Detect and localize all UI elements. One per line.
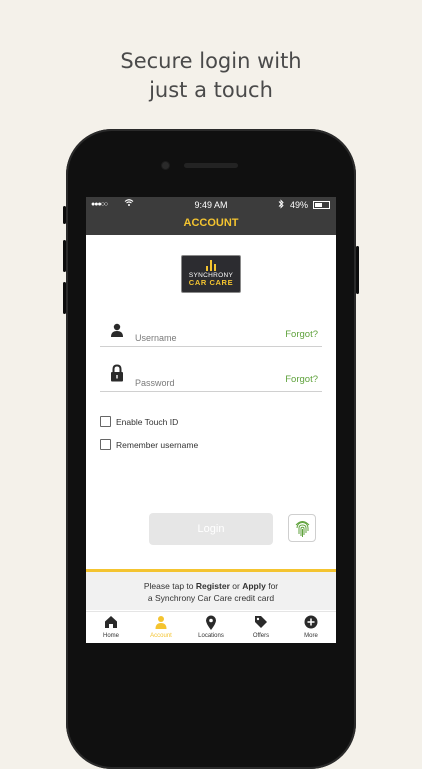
battery-percent: 49%: [289, 200, 308, 210]
mute-switch: [63, 206, 66, 224]
tab-offers[interactable]: Offers: [236, 612, 286, 643]
lock-icon: [110, 364, 124, 387]
headline-line-2: just a touch: [149, 78, 273, 102]
forgot-username-link[interactable]: Forgot?: [285, 329, 318, 340]
tab-bar: Home Account Locations Offers More: [86, 611, 336, 643]
nav-title: ACCOUNT: [86, 214, 336, 235]
location-pin-icon: [186, 615, 236, 633]
checkbox-box[interactable]: [100, 439, 111, 450]
tab-locations[interactable]: Locations: [186, 612, 236, 643]
tab-locations-label: Locations: [198, 633, 224, 639]
username-placeholder: Username: [135, 333, 177, 343]
power-button: [356, 246, 359, 294]
tab-more[interactable]: More: [286, 612, 336, 643]
forgot-password-link[interactable]: Forgot?: [285, 374, 318, 385]
brand-logo: SYNCHRONY CAR CARE: [181, 255, 241, 293]
promo-prefix: Please tap to: [143, 581, 194, 591]
promo-banner: Please tap to Register or Apply for a Sy…: [86, 572, 336, 610]
earpiece-speaker: [184, 163, 238, 168]
logo-line-2: CAR CARE: [188, 278, 234, 287]
front-camera: [162, 162, 169, 169]
password-field[interactable]: Password Forgot?: [100, 364, 322, 392]
marketing-headline: Secure login with just a touch: [0, 46, 422, 104]
headline-line-1: Secure login with: [120, 49, 302, 73]
plus-circle-icon: [286, 615, 336, 633]
home-icon: [86, 615, 136, 633]
tab-home-label: Home: [102, 633, 119, 639]
touch-id-button[interactable]: [288, 514, 316, 542]
tab-account-label: Account: [150, 633, 172, 639]
remember-username-label: Remember username: [116, 440, 199, 450]
tab-home[interactable]: Home: [86, 612, 136, 643]
promo-line-2: a Synchrony Car Care credit card: [147, 593, 275, 603]
register-link[interactable]: Register: [196, 581, 230, 591]
tab-account[interactable]: Account: [136, 612, 186, 643]
login-button[interactable]: Login: [149, 513, 273, 545]
tag-icon: [236, 615, 286, 633]
status-bar: ●●●○○ 9:49 AM 49%: [86, 197, 336, 214]
app-screen: ●●●○○ 9:49 AM 49% ACCOUNT SYNCHRONY CAR …: [86, 197, 336, 643]
checkbox-box[interactable]: [100, 416, 111, 427]
volume-up-button: [63, 240, 66, 272]
fingerprint-icon: [294, 519, 311, 543]
username-field[interactable]: Username Forgot?: [100, 323, 322, 347]
bluetooth-icon: [278, 199, 284, 211]
promo-or: or: [232, 581, 240, 591]
person-icon: [136, 615, 186, 633]
apply-link[interactable]: Apply: [242, 581, 266, 591]
battery-icon: [313, 201, 330, 209]
promo-for: for: [268, 581, 279, 591]
promo-line-1: Please tap to Register or Apply for: [86, 580, 336, 592]
tab-more-label: More: [304, 633, 318, 639]
volume-down-button: [63, 282, 66, 314]
tab-offers-label: Offers: [252, 633, 270, 639]
logo-mark-icon: [206, 260, 216, 271]
password-placeholder: Password: [135, 378, 175, 388]
enable-touch-id-label: Enable Touch ID: [116, 417, 179, 427]
person-icon: [110, 323, 124, 342]
